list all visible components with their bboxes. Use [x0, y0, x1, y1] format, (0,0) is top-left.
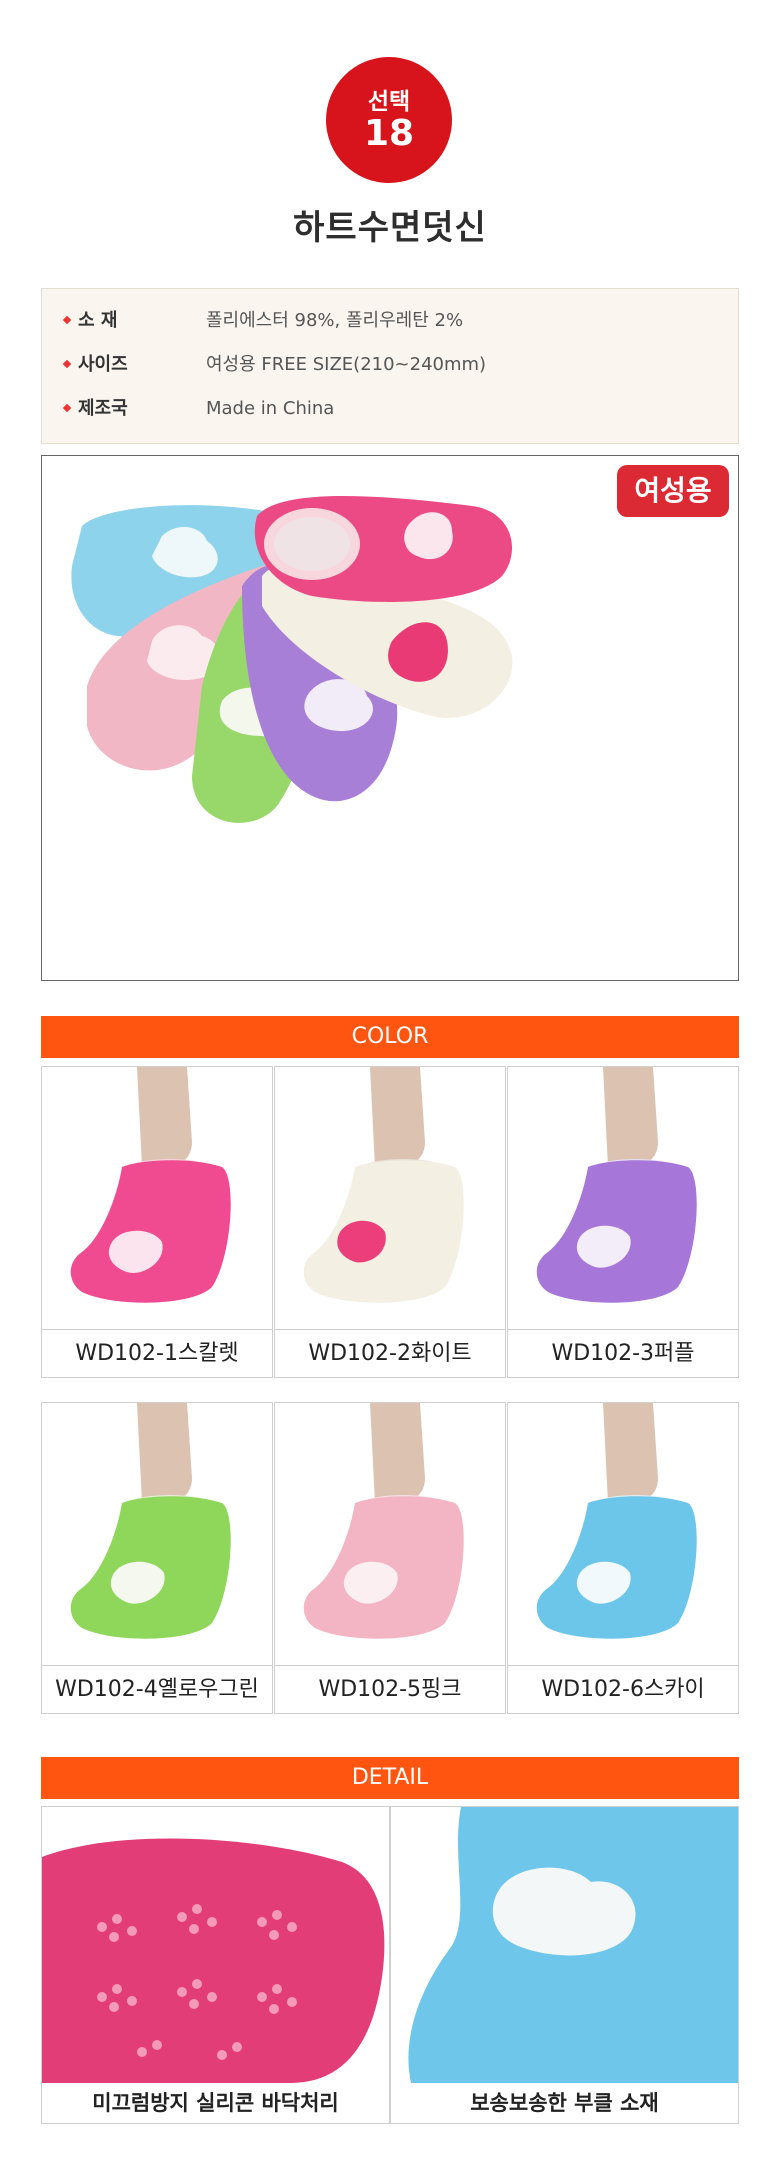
detail-boucle: 보송보송한 부클 소재	[390, 1806, 739, 2124]
color-option-scarlet[interactable]: WD102-1스칼렛	[41, 1066, 273, 1378]
product-title: 하트수면덧신	[293, 208, 487, 248]
color-option-white[interactable]: WD102-2화이트	[274, 1066, 506, 1378]
spec-row-origin: 제조국 Made in China	[42, 389, 738, 429]
sock-purple-image	[508, 1067, 738, 1329]
main-product-photo	[41, 455, 739, 981]
boucle-texture-image	[391, 1807, 738, 2123]
spec-row-material: 소 재 폴리에스터 98%, 폴리우레탄 2%	[42, 301, 738, 341]
color-option-label: WD102-5핑크	[275, 1665, 505, 1713]
sock-yellowgreen-image	[42, 1403, 272, 1665]
bullet-icon	[62, 359, 72, 369]
selection-badge-number: 18	[363, 113, 415, 154]
selection-badge-label: 선택	[367, 89, 411, 115]
color-option-label: WD102-1스칼렛	[42, 1329, 272, 1377]
bullet-icon	[62, 315, 72, 325]
color-option-yellowgreen[interactable]: WD102-4옐로우그린	[41, 1402, 273, 1714]
bullet-icon	[62, 403, 72, 413]
spec-key: 소 재	[78, 310, 118, 331]
selection-badge: 선택 18	[326, 57, 452, 183]
color-option-label: WD102-6스카이	[508, 1665, 738, 1713]
spec-key: 제조국	[78, 398, 128, 419]
color-option-sky[interactable]: WD102-6스카이	[507, 1402, 739, 1714]
sock-sky-image	[508, 1403, 738, 1665]
sock-pink-image	[275, 1403, 505, 1665]
detail-label: 보송보송한 부클 소재	[391, 2083, 738, 2123]
anti-slip-sole-image	[42, 1807, 389, 2123]
spec-key: 사이즈	[78, 354, 128, 375]
spec-value: Made in China	[206, 398, 335, 419]
color-section-header: COLOR	[41, 1016, 739, 1058]
sock-white-image	[275, 1067, 505, 1329]
detail-anti-slip: 미끄럼방지 실리콘 바닥처리	[41, 1806, 390, 2124]
color-option-label: WD102-2화이트	[275, 1329, 505, 1377]
color-option-purple[interactable]: WD102-3퍼플	[507, 1066, 739, 1378]
spec-row-size: 사이즈 여성용 FREE SIZE(210~240mm)	[42, 345, 738, 385]
spec-table: 소 재 폴리에스터 98%, 폴리우레탄 2% 사이즈 여성용 FREE SIZ…	[41, 288, 739, 444]
color-option-pink[interactable]: WD102-5핑크	[274, 1402, 506, 1714]
sock-scarlet-image	[254, 496, 513, 602]
color-option-label: WD102-4옐로우그린	[42, 1665, 272, 1713]
detail-section-header: DETAIL	[41, 1757, 739, 1799]
color-option-label: WD102-3퍼플	[508, 1329, 738, 1377]
sock-scarlet-image	[42, 1067, 272, 1329]
spec-value: 여성용 FREE SIZE(210~240mm)	[206, 354, 487, 375]
detail-label: 미끄럼방지 실리콘 바닥처리	[42, 2083, 389, 2123]
spec-value: 폴리에스터 98%, 폴리우레탄 2%	[206, 310, 464, 331]
women-tag: 여성용	[617, 465, 729, 517]
